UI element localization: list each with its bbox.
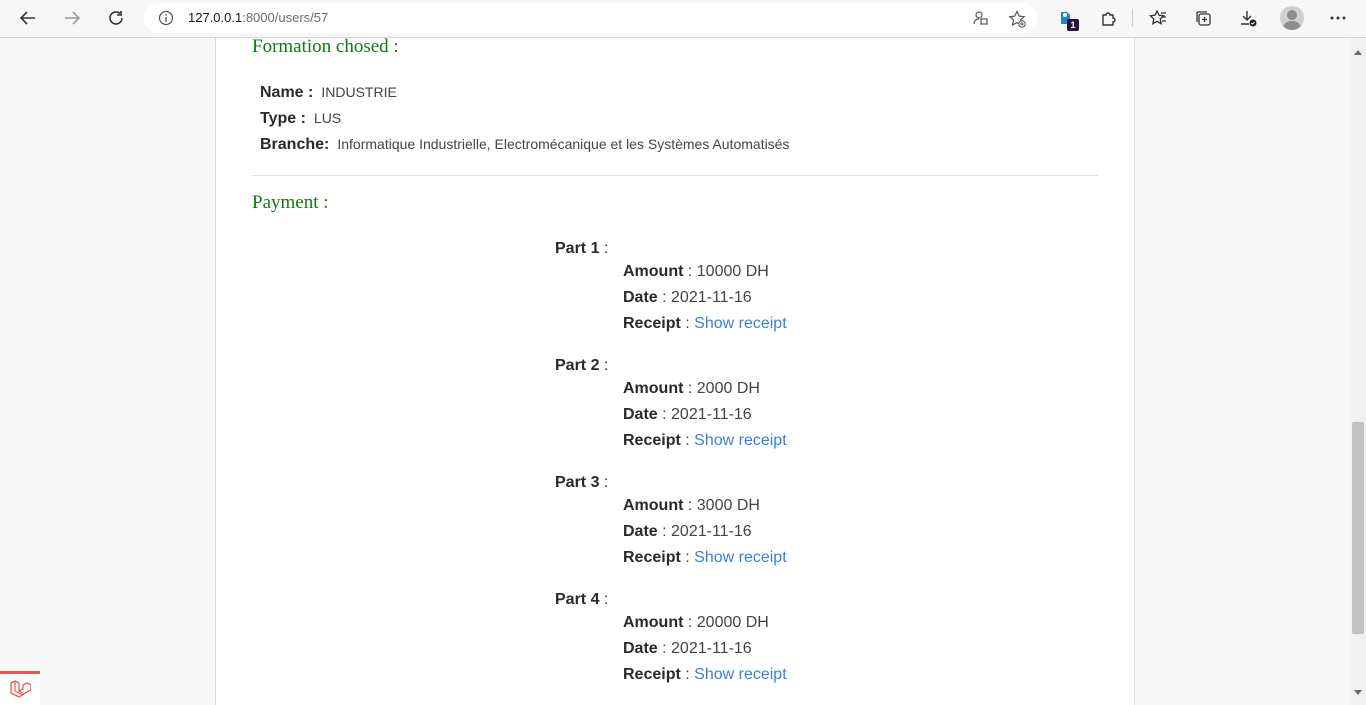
part-name: Part 1	[555, 240, 600, 257]
amount-label: Amount	[623, 380, 684, 397]
part-date-row: Date : 2021-11-16	[623, 289, 752, 306]
profile-avatar[interactable]	[1280, 6, 1304, 30]
user-detail-card: Formation chosed : Name : INDUSTRIE Type …	[215, 38, 1135, 705]
back-arrow-icon[interactable]	[14, 5, 42, 31]
scroll-down-arrow-icon[interactable]	[1354, 683, 1362, 701]
show-receipt-link[interactable]: Show receipt	[694, 666, 787, 683]
collections-icon[interactable]	[1189, 5, 1217, 31]
branche-label: Branche:	[260, 136, 330, 153]
name-value: INDUSTRIE	[321, 84, 397, 100]
show-receipt-link[interactable]: Show receipt	[694, 432, 787, 449]
part-receipt-row: Receipt : Show receipt	[623, 549, 787, 566]
part-receipt-row: Receipt : Show receipt	[623, 666, 787, 683]
browser-toolbar: 127.0.0.1:8000/users/57 1	[0, 0, 1366, 38]
part-label: Part 3 :	[555, 474, 609, 491]
part-amount-row: Amount : 10000 DH	[623, 263, 769, 280]
part-date-row: Date : 2021-11-16	[623, 640, 752, 657]
profile-lock-icon[interactable]	[972, 10, 989, 32]
laravel-debugbar-icon[interactable]	[0, 671, 40, 705]
add-favorite-icon[interactable]	[1008, 10, 1026, 33]
scroll-up-arrow-icon[interactable]	[1354, 42, 1362, 60]
formation-name-row: Name : INDUSTRIE	[260, 84, 397, 102]
receipt-label: Receipt	[623, 432, 681, 449]
type-value: LUS	[313, 110, 342, 126]
vertical-scrollbar[interactable]	[1350, 38, 1366, 705]
formation-title: Formation chosed :	[252, 38, 399, 57]
part-amount-row: Amount : 20000 DH	[623, 614, 769, 631]
extensions-puzzle-icon[interactable]	[1095, 5, 1123, 31]
name-label: Name :	[260, 84, 314, 101]
part-label: Part 2 :	[555, 357, 609, 374]
receipt-label: Receipt	[623, 315, 681, 332]
more-menu-icon[interactable]	[1324, 5, 1352, 31]
part-label: Part 4 :	[555, 591, 609, 608]
formation-branche-row: Branche: Informatique Industrielle, Elect…	[260, 136, 789, 154]
receipt-label: Receipt	[623, 666, 681, 683]
part-amount-row: Amount : 3000 DH	[623, 497, 760, 514]
type-label: Type :	[260, 110, 306, 127]
formation-type-row: Type : LUS	[260, 110, 341, 128]
date-label: Date	[623, 523, 658, 540]
date-label: Date	[623, 289, 658, 306]
show-receipt-link[interactable]: Show receipt	[694, 549, 787, 566]
date-value: 2021-11-16	[671, 640, 752, 657]
part-name: Part 2	[555, 357, 600, 374]
date-value: 2021-11-16	[671, 289, 752, 306]
amount-value: 20000 DH	[696, 614, 769, 631]
page-viewport: Formation chosed : Name : INDUSTRIE Type …	[0, 38, 1350, 705]
part-amount-row: Amount : 2000 DH	[623, 380, 760, 397]
amount-label: Amount	[623, 263, 684, 280]
part-date-row: Date : 2021-11-16	[623, 406, 752, 423]
date-value: 2021-11-16	[671, 523, 752, 540]
downloads-icon[interactable]	[1234, 5, 1262, 31]
favorites-icon[interactable]	[1144, 5, 1172, 31]
section-divider	[252, 175, 1098, 176]
date-value: 2021-11-16	[671, 406, 752, 423]
amount-value: 3000 DH	[696, 497, 760, 514]
amount-value: 10000 DH	[696, 263, 769, 280]
part-name: Part 3	[555, 474, 600, 491]
url-text[interactable]: 127.0.0.1:8000/users/57	[188, 10, 328, 25]
address-bar[interactable]: 127.0.0.1:8000/users/57	[144, 3, 1038, 33]
toolbar-divider	[1132, 9, 1133, 27]
scrollbar-thumb[interactable]	[1352, 422, 1364, 634]
url-path: :8000/users/57	[242, 10, 329, 25]
payment-title: Payment :	[252, 192, 329, 213]
part-label: Part 1 :	[555, 240, 609, 257]
receipt-label: Receipt	[623, 549, 681, 566]
site-info-icon[interactable]	[158, 10, 174, 31]
part-receipt-row: Receipt : Show receipt	[623, 432, 787, 449]
date-label: Date	[623, 640, 658, 657]
branche-value: Informatique Industrielle, Electromécani…	[337, 136, 790, 152]
extension-badge: 1	[1067, 19, 1079, 31]
amount-value: 2000 DH	[696, 380, 760, 397]
reload-icon[interactable]	[102, 5, 130, 31]
date-label: Date	[623, 406, 658, 423]
part-receipt-row: Receipt : Show receipt	[623, 315, 787, 332]
amount-label: Amount	[623, 497, 684, 514]
amount-label: Amount	[623, 614, 684, 631]
url-host: 127.0.0.1	[188, 10, 243, 25]
part-date-row: Date : 2021-11-16	[623, 523, 752, 540]
part-name: Part 4	[555, 591, 600, 608]
forward-arrow-icon[interactable]	[58, 5, 86, 31]
show-receipt-link[interactable]: Show receipt	[694, 315, 787, 332]
